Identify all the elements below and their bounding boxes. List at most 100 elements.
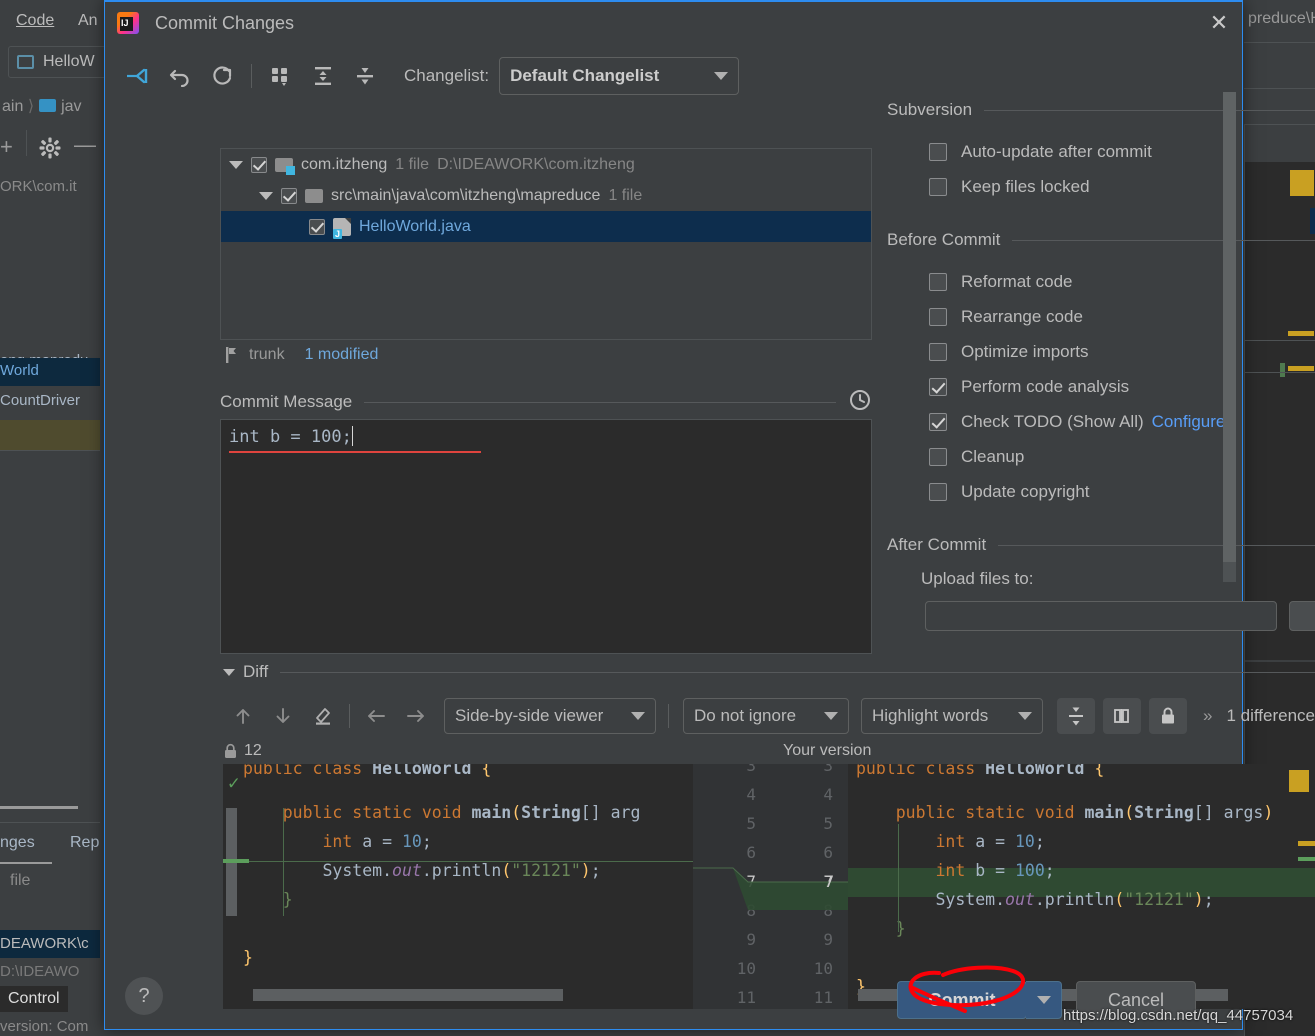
commit-changes-dialog: Commit Changes ✕ bbox=[104, 0, 1243, 1030]
project-item-countdriver[interactable]: CountDriver bbox=[0, 392, 80, 409]
tree-checkbox[interactable] bbox=[309, 219, 325, 235]
breadcrumb-java[interactable]: jav bbox=[61, 98, 81, 115]
section-title: Before Commit bbox=[887, 230, 1000, 250]
editor-tab-helloworld[interactable]: HelloW bbox=[8, 46, 108, 78]
option-label: Auto-update after commit bbox=[961, 142, 1152, 162]
highlight-mode-dropdown[interactable]: Highlight words bbox=[861, 698, 1043, 734]
option-rearrange-code[interactable]: Rearrange code bbox=[929, 299, 1315, 334]
project-item-helloworld[interactable]: World bbox=[0, 362, 39, 379]
collapse-unchanged-icon[interactable] bbox=[1057, 698, 1095, 734]
divider bbox=[1244, 88, 1315, 89]
option-label: Check TODO (Show All) bbox=[961, 412, 1144, 432]
menu-item-analyze[interactable]: An bbox=[78, 12, 98, 30]
commit-button[interactable]: Commit bbox=[897, 981, 1027, 1019]
tree-item-label: com.itzheng bbox=[301, 156, 387, 174]
options-scrollbar[interactable] bbox=[1223, 92, 1236, 582]
expand-all-icon[interactable] bbox=[302, 57, 344, 95]
arrow-left-icon[interactable] bbox=[356, 698, 396, 734]
project-path-label: ORK\com.it bbox=[0, 178, 77, 195]
plus-icon[interactable]: + bbox=[0, 134, 13, 160]
more-chevrons-icon[interactable]: » bbox=[1203, 706, 1212, 726]
text-caret bbox=[352, 426, 353, 446]
checkbox[interactable] bbox=[929, 378, 947, 396]
option-auto-update-after-commit[interactable]: Auto-update after commit bbox=[929, 134, 1315, 169]
lock-icon[interactable] bbox=[1149, 698, 1187, 734]
changed-files-tree[interactable]: com.itzheng 1 file D:\IDEAWORK\com.itzhe… bbox=[220, 148, 872, 340]
refresh-icon[interactable] bbox=[201, 57, 243, 95]
intellij-logo-icon bbox=[117, 12, 139, 34]
gear-icon[interactable] bbox=[38, 136, 62, 160]
tree-item-label: HelloWorld.java bbox=[359, 218, 471, 236]
checkbox[interactable] bbox=[929, 343, 947, 361]
option-reformat-code[interactable]: Reformat code bbox=[929, 264, 1315, 299]
configure-link[interactable]: Configure bbox=[1152, 412, 1226, 432]
tree-checkbox[interactable] bbox=[281, 188, 297, 204]
commit-dropdown-button[interactable] bbox=[1026, 981, 1062, 1019]
chevron-down-icon bbox=[824, 712, 838, 720]
group-by-icon[interactable] bbox=[260, 57, 302, 95]
option-cleanup[interactable]: Cleanup bbox=[929, 439, 1315, 474]
close-icon[interactable]: ✕ bbox=[1196, 2, 1242, 44]
commit-message-input[interactable]: int b = 100; bbox=[220, 419, 872, 654]
commit-message-header: Commit Message bbox=[220, 389, 872, 415]
diff-section-header[interactable]: Diff bbox=[223, 660, 1315, 684]
option-optimize-imports[interactable]: Optimize imports bbox=[929, 334, 1315, 369]
warning-stripe[interactable] bbox=[1298, 841, 1315, 846]
arrow-right-icon[interactable] bbox=[396, 698, 436, 734]
option-update-copyright[interactable]: Update copyright bbox=[929, 474, 1315, 509]
tree-item-label: src\main\java\com\itzheng\mapreduce bbox=[331, 187, 600, 205]
upload-browse-button[interactable] bbox=[1289, 601, 1315, 631]
minus-icon[interactable]: — bbox=[74, 132, 96, 158]
accept-change-icon[interactable]: ✓ bbox=[228, 772, 239, 794]
divider bbox=[364, 402, 836, 403]
checkbox[interactable] bbox=[929, 143, 947, 161]
checkbox[interactable] bbox=[929, 308, 947, 326]
tree-row-file[interactable]: HelloWorld.java bbox=[221, 211, 871, 242]
sync-scroll-icon[interactable] bbox=[1103, 698, 1141, 734]
viewer-mode-dropdown[interactable]: Side-by-side viewer bbox=[444, 698, 656, 734]
code-line: } bbox=[243, 885, 293, 914]
divider bbox=[26, 130, 27, 156]
tab-local-changes[interactable]: nges bbox=[0, 834, 35, 852]
checkbox[interactable] bbox=[929, 448, 947, 466]
menu-item-code[interactable]: Code bbox=[16, 12, 54, 30]
tree-row-folder[interactable]: src\main\java\com\itzheng\mapreduce 1 fi… bbox=[221, 180, 871, 211]
help-button[interactable]: ? bbox=[125, 977, 163, 1015]
option-keep-files-locked[interactable]: Keep files locked bbox=[929, 169, 1315, 204]
checkbox[interactable] bbox=[929, 413, 947, 431]
breadcrumb-main[interactable]: ain bbox=[2, 98, 23, 115]
chevron-down-icon[interactable] bbox=[223, 669, 235, 676]
highlight-mode-value: Highlight words bbox=[872, 706, 1006, 726]
checkbox[interactable] bbox=[929, 178, 947, 196]
arrow-down-icon[interactable] bbox=[263, 698, 303, 734]
divider bbox=[668, 704, 669, 728]
tab-underline bbox=[0, 806, 78, 809]
checkbox[interactable] bbox=[929, 483, 947, 501]
tree-row-package[interactable]: com.itzheng 1 file D:\IDEAWORK\com.itzhe… bbox=[221, 149, 871, 180]
warning-marker[interactable] bbox=[1289, 770, 1309, 792]
chevron-down-icon[interactable] bbox=[229, 161, 243, 169]
arrow-up-icon[interactable] bbox=[223, 698, 263, 734]
branch-row: trunk 1 modified bbox=[223, 342, 378, 368]
change-stripe[interactable] bbox=[1298, 857, 1315, 861]
checkbox[interactable] bbox=[929, 273, 947, 291]
changes-path[interactable]: DEAWORK\c bbox=[0, 935, 89, 952]
show-diff-icon[interactable] bbox=[117, 57, 159, 95]
option-perform-code-analysis[interactable]: Perform code analysis bbox=[929, 369, 1315, 404]
section-after-commit: After Commit bbox=[887, 535, 1315, 555]
modified-count[interactable]: 1 modified bbox=[305, 346, 379, 364]
chevron-down-icon[interactable] bbox=[259, 192, 273, 200]
revert-icon[interactable] bbox=[159, 57, 201, 95]
edit-pencil-icon[interactable] bbox=[303, 698, 343, 734]
tree-checkbox[interactable] bbox=[251, 157, 267, 173]
tab-repository[interactable]: Rep bbox=[70, 834, 99, 852]
history-clock-icon[interactable] bbox=[848, 388, 872, 417]
upload-target-combobox[interactable] bbox=[925, 601, 1277, 631]
scrollbar-thumb[interactable] bbox=[1223, 92, 1236, 562]
ignore-mode-dropdown[interactable]: Do not ignore bbox=[683, 698, 849, 734]
option-label: Cleanup bbox=[961, 447, 1024, 467]
code-line: int a = 10; bbox=[856, 827, 1045, 856]
collapse-all-icon[interactable] bbox=[344, 57, 386, 95]
option-check-todo[interactable]: Check TODO (Show All) Configure bbox=[929, 404, 1315, 439]
changelist-dropdown[interactable]: Default Changelist bbox=[499, 57, 739, 95]
